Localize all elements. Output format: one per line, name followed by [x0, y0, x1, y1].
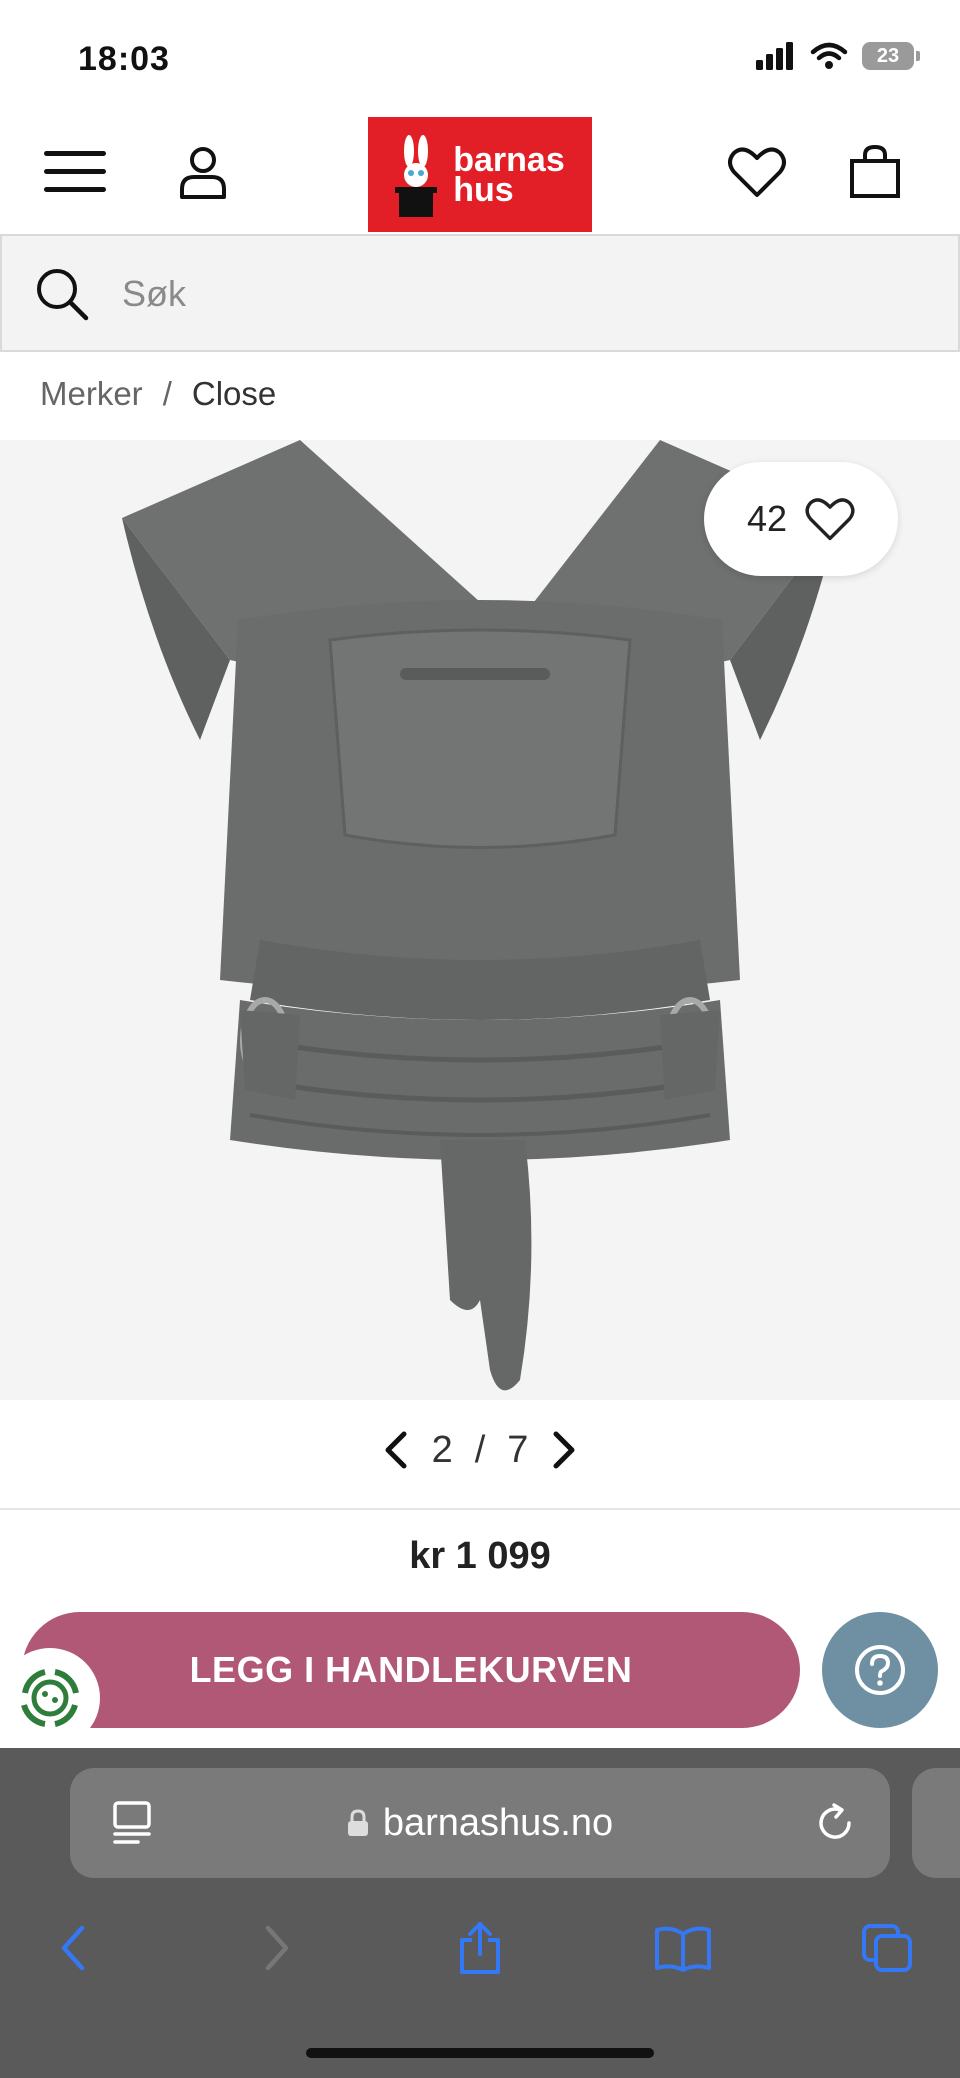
browser-nav	[0, 1908, 960, 1988]
shopping-bag-button[interactable]	[840, 137, 910, 207]
tabs-button[interactable]	[852, 1918, 922, 1978]
heart-outline-icon	[805, 498, 855, 541]
forward-button[interactable]	[242, 1918, 312, 1978]
breadcrumb: Merker / Close	[40, 375, 276, 413]
brand-logo[interactable]: barnas hus	[368, 117, 592, 232]
account-button[interactable]	[168, 137, 238, 207]
user-icon	[180, 147, 226, 199]
logo-line-2: hus	[453, 170, 514, 209]
chevron-left-icon[interactable]	[382, 1430, 410, 1470]
breadcrumb-merker[interactable]: Merker	[40, 375, 143, 413]
share-icon	[460, 1922, 500, 1974]
logo-line-1: barnas	[453, 140, 565, 179]
product-price: kr 1 099	[409, 1535, 551, 1577]
reload-icon[interactable]	[814, 1802, 856, 1844]
url-display[interactable]: barnashus.no	[70, 1768, 890, 1878]
search-input[interactable]	[122, 266, 902, 322]
favorite-toggle[interactable]: 42	[704, 462, 898, 576]
help-button[interactable]	[822, 1612, 938, 1728]
browser-toolbar: barnashus.no	[0, 1748, 960, 2078]
address-bar[interactable]: barnashus.no	[70, 1768, 890, 1878]
lock-icon	[347, 1809, 368, 1836]
site-header: barnas hus	[0, 115, 960, 235]
question-icon	[855, 1645, 905, 1695]
pager-current: 2	[431, 1428, 453, 1471]
baby-carrier-illustration	[122, 440, 838, 1391]
logo-text: barnas hus	[453, 140, 565, 209]
eco-badge[interactable]	[0, 1648, 100, 1748]
cellular-signal-icon	[756, 42, 793, 70]
back-arrow-icon	[61, 1925, 85, 1971]
wifi-icon	[810, 42, 848, 69]
wishlist-button[interactable]	[722, 137, 792, 207]
back-button[interactable]	[38, 1918, 108, 1978]
image-pager: 2 / 7	[0, 1415, 960, 1485]
status-icons: 23	[756, 42, 920, 70]
favorite-count: 42	[746, 498, 788, 539]
search-icon[interactable]	[34, 266, 90, 322]
battery-level: 23	[862, 42, 914, 70]
home-indicator	[306, 2048, 654, 2058]
forward-arrow-icon	[265, 1925, 289, 1971]
share-button[interactable]	[445, 1918, 515, 1978]
status-time: 18:03	[78, 40, 170, 78]
heart-icon	[728, 147, 786, 197]
shopping-bag-icon	[850, 145, 900, 198]
divider	[0, 1508, 960, 1510]
rabbit-logo-icon	[395, 134, 438, 217]
search-bar	[0, 234, 960, 352]
breadcrumb-current: Close	[191, 375, 277, 412]
pager-separator: /	[474, 1428, 486, 1471]
recycle-globe-icon	[21, 1669, 79, 1727]
next-tab-preview[interactable]	[912, 1768, 960, 1878]
bookmarks-button[interactable]	[648, 1918, 718, 1978]
breadcrumb-separator: /	[162, 375, 172, 412]
url-text: barnashus.no	[382, 1801, 614, 1844]
chevron-right-icon[interactable]	[550, 1430, 578, 1470]
product-image[interactable]: 42	[0, 440, 960, 1400]
tabs-icon	[862, 1924, 912, 1972]
menu-button[interactable]	[40, 137, 110, 207]
add-to-cart-button[interactable]: LEGG I HANDLEKURVEN	[22, 1612, 800, 1728]
status-bar: 18:03 23	[0, 0, 960, 115]
menu-icon	[44, 151, 106, 192]
battery-icon: 23	[862, 42, 920, 70]
pager-total: 7	[507, 1428, 529, 1471]
book-icon	[655, 1926, 711, 1972]
